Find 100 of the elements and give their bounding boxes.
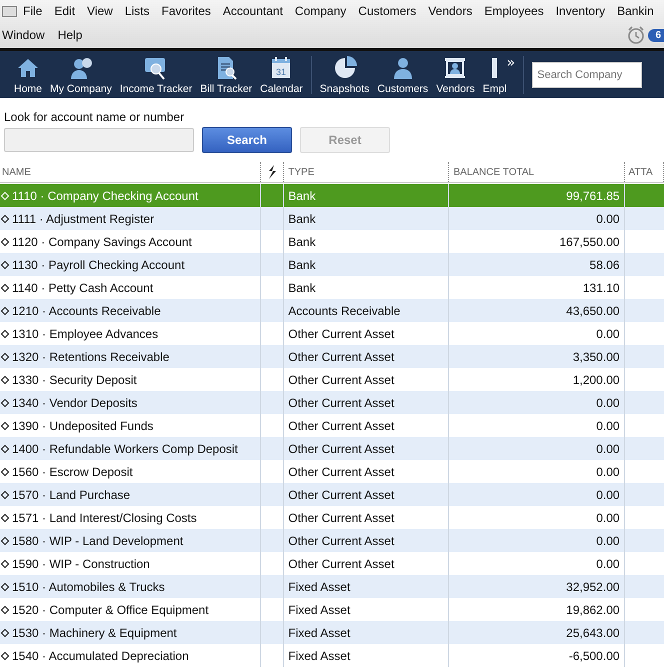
balance-total: 0.00 [596, 212, 620, 226]
menu-item[interactable]: Employees [484, 4, 544, 18]
table-row[interactable]: 1210 · Accounts Receivable Accounts Receivable 43,650.00 [0, 299, 664, 322]
account-type: Other Current Asset [288, 442, 394, 456]
balance-total: 0.00 [596, 464, 620, 478]
menu-item[interactable]: Window [2, 28, 45, 42]
account-search-field[interactable] [4, 128, 194, 152]
menu-item[interactable]: Help [58, 28, 82, 42]
menu-item[interactable]: Inventory [556, 4, 606, 18]
menu-item[interactable]: Edit [54, 4, 76, 18]
balance-total: 0.00 [596, 534, 620, 548]
table-row[interactable]: 1320 · Retentions Receivable Other Current Asset 3,350.00 [0, 345, 664, 368]
account-name: 1110 · Company Checking Account [12, 188, 198, 202]
table-row[interactable]: 1340 · Vendor Deposits Other Current Asset 0.00 [0, 391, 664, 414]
account-name: 1560 · Escrow Deposit [12, 464, 133, 478]
table-row[interactable]: 1580 · WIP - Land Development Other Current Asset 0.00 [0, 529, 664, 552]
menu-item[interactable]: Lists [124, 4, 150, 18]
balance-total: 131.10 [582, 280, 620, 294]
account-name: 1530 · Machinery & Equipment [12, 626, 177, 640]
table-row[interactable]: 1510 · Automobiles & Trucks Fixed Asset 32,952.00 [0, 575, 664, 598]
app-menu-icon[interactable] [2, 6, 17, 16]
column-header[interactable]: BALANCE TOTAL [453, 166, 534, 178]
account-type: Fixed Asset [288, 580, 350, 594]
balance-total: 0.00 [596, 396, 620, 410]
account-type: Other Current Asset [288, 534, 394, 548]
account-name: 1510 · Automobiles & Trucks [12, 580, 165, 594]
lightning-icon[interactable] [266, 165, 277, 179]
account-type: Other Current Asset [288, 372, 394, 386]
account-name: 1520 · Computer & Office Equipment [12, 602, 209, 616]
account-type: Other Current Asset [288, 488, 394, 502]
account-name: 1580 · WIP - Land Development [12, 534, 184, 548]
column-header[interactable]: NAME [2, 166, 31, 178]
table-row[interactable]: 1530 · Machinery & Equipment Fixed Asset 25,643.00 [0, 621, 664, 644]
search-label: Look for account name or number [4, 110, 186, 124]
search-field[interactable]: Search Company [532, 62, 642, 88]
balance-total: 0.00 [596, 326, 620, 340]
account-type: Other Current Asset [288, 326, 394, 340]
reminder-count-badge[interactable]: 6 [648, 28, 664, 42]
balance-total: 0.00 [596, 488, 620, 502]
balance-total: 0.00 [596, 510, 620, 524]
menu-item[interactable]: Company [294, 4, 346, 18]
menu-item[interactable]: Favorites [162, 4, 211, 18]
bar-icon [492, 58, 498, 78]
toolbar-button[interactable]: Bill Tracker [196, 54, 256, 94]
balance-total: 43,650.00 [566, 304, 620, 318]
menu-item[interactable]: Vendors [428, 4, 472, 18]
account-type: Other Current Asset [288, 418, 394, 432]
menu-item[interactable]: Bankin [617, 4, 654, 18]
toolbar-button[interactable]: 31 Calendar [256, 54, 307, 94]
account-type: Bank [288, 258, 316, 272]
account-type: Fixed Asset [288, 648, 350, 662]
toolbar-button[interactable]: Income Tracker [116, 54, 196, 94]
account-name: 1390 · Undeposited Funds [12, 418, 154, 432]
alarm-clock-icon[interactable] [626, 25, 646, 45]
account-type: Other Current Asset [288, 350, 394, 364]
account-name: 1310 · Employee Advances [12, 326, 158, 340]
balance-total: 1,200.00 [572, 372, 620, 386]
toolbar-button[interactable]: Snapshots [316, 54, 374, 94]
column-header[interactable]: ATTA [628, 166, 653, 178]
account-type: Bank [288, 212, 316, 226]
table-row[interactable]: 1130 · Payroll Checking Account Bank 58.06 [0, 253, 664, 276]
balance-total: 0.00 [596, 418, 620, 432]
account-type: Bank [288, 280, 316, 294]
account-type: Other Current Asset [288, 556, 394, 570]
menu-item[interactable]: Accountant [222, 4, 283, 18]
balance-total: 58.06 [590, 258, 620, 272]
balance-total: 0.00 [596, 442, 620, 456]
table-row[interactable]: 1570 · Land Purchase Other Current Asset 0.00 [0, 483, 664, 506]
toolbar-button[interactable]: Vendors [432, 54, 479, 94]
menu-item[interactable]: Customers [358, 4, 416, 18]
account-name: 1590 · WIP - Construction [12, 556, 150, 570]
table-row[interactable]: 1400 · Refundable Workers Comp Deposit Other Current Asset 0.00 [0, 437, 664, 460]
column-header[interactable]: TYPE [288, 166, 314, 178]
more-button[interactable]: » [506, 55, 516, 71]
toolbar-button[interactable]: Customers [373, 54, 432, 94]
account-type: Fixed Asset [288, 626, 350, 640]
balance-total: 99,761.85 [566, 188, 620, 202]
account-name: 1570 · Land Purchase [12, 488, 130, 502]
toolbar-button[interactable]: Home [0, 54, 46, 94]
account-name: 1130 · Payroll Checking Account [12, 258, 185, 272]
toolbar-button[interactable]: My Company [46, 54, 116, 94]
account-type: Other Current Asset [288, 510, 394, 524]
account-name: 1140 · Petty Cash Account [12, 280, 154, 294]
menu-item[interactable]: View [87, 4, 113, 18]
balance-total: 32,952.00 [566, 580, 620, 594]
balance-total: -6,500.00 [568, 648, 620, 662]
menu-item[interactable]: File [23, 4, 42, 18]
account-name: 1340 · Vendor Deposits [12, 396, 138, 410]
account-type: Fixed Asset [288, 602, 350, 616]
account-name: 1571 · Land Interest/Closing Costs [12, 510, 197, 524]
table-row[interactable]: 1111 · Adjustment Register Bank 0.00 [0, 207, 664, 230]
balance-total: 25,643.00 [566, 626, 620, 640]
account-type: Other Current Asset [288, 464, 394, 478]
table-row[interactable]: 1540 · Accumulated Depreciation Fixed Asset -6,500.00 [0, 644, 664, 667]
account-name: 1330 · Security Deposit [12, 372, 137, 386]
account-name: 1400 · Refundable Workers Comp Deposit [12, 442, 238, 456]
table-row[interactable]: 1110 · Company Checking Account Bank 99,761.85 [0, 184, 664, 207]
account-name: 1120 · Company Savings Account [12, 234, 192, 248]
balance-total: 19,862.00 [566, 602, 620, 616]
search-button[interactable]: Search [202, 127, 292, 153]
